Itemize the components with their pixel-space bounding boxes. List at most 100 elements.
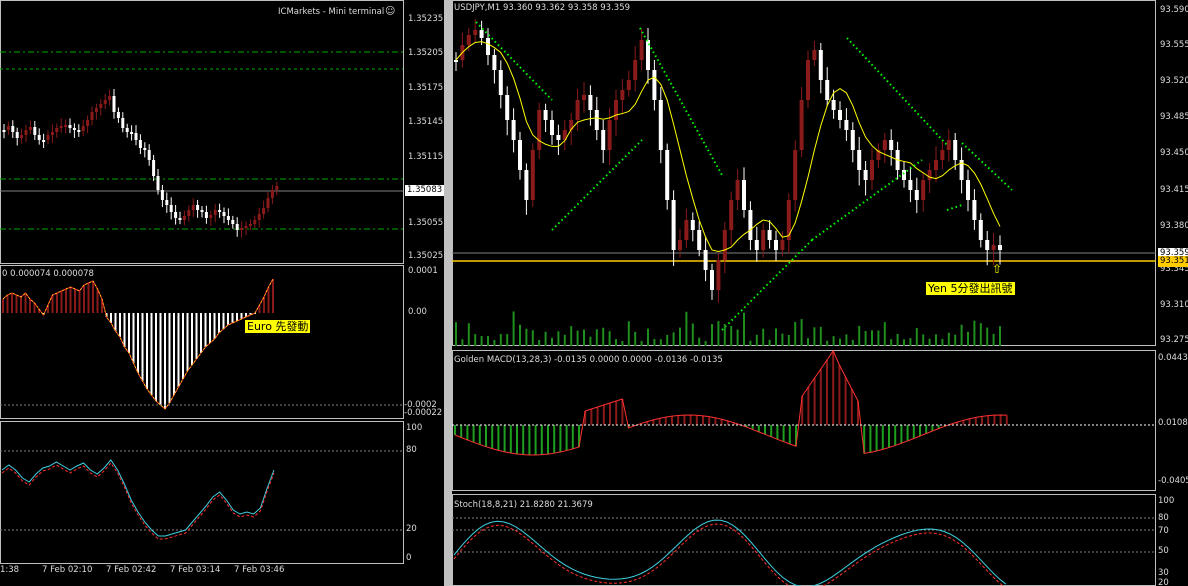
left-candle-body <box>253 220 257 224</box>
right-volume-bar <box>896 333 899 346</box>
right-candle-body <box>607 120 612 150</box>
mini-terminal-smiley-icon[interactable]: ☺ <box>385 6 395 17</box>
right-macd-bar <box>466 425 469 440</box>
right-macd-bar <box>615 401 618 425</box>
right-macd-line <box>454 349 1007 456</box>
right-candle-body <box>511 120 516 140</box>
right-volume-bar <box>474 334 477 346</box>
right-volume-bar <box>967 331 969 346</box>
right-candle-body <box>806 60 810 100</box>
right-macd-bar <box>931 425 934 432</box>
right-candle-body <box>473 30 478 35</box>
right-volume-bar <box>999 326 1001 346</box>
right-macd-bar <box>547 425 549 455</box>
right-candle-body <box>921 180 926 200</box>
right-candle-body <box>908 180 913 190</box>
right-volume-bar <box>621 340 624 346</box>
right-macd-bar <box>664 417 667 425</box>
left-macd-bar <box>146 313 148 389</box>
right-chart-window[interactable]: USDJPY,M1 93.360 93.362 93.358 93.359 93… <box>452 0 1188 586</box>
right-volume-bar <box>531 330 534 346</box>
yen-annotation: Yen 5分發出訊號 <box>926 282 1015 295</box>
right-macd-bar <box>689 415 692 425</box>
left-macd-bar <box>132 313 135 363</box>
right-candle-body <box>761 230 766 250</box>
right-candle-body <box>991 245 996 250</box>
left-price-tick: 1.35055 <box>408 218 444 228</box>
left-macd-bar <box>60 291 63 313</box>
right-macd-tick: -0.0405 <box>1158 476 1188 486</box>
right-candle-body <box>940 150 945 160</box>
left-candle-body <box>231 220 235 224</box>
right-price-svg[interactable] <box>452 0 1188 586</box>
right-candle-body <box>774 240 778 250</box>
right-volume-bar <box>781 333 784 346</box>
usdjpy-header: USDJPY,M1 93.360 93.362 93.358 93.359 <box>454 3 631 13</box>
right-volume-bar <box>461 339 464 346</box>
left-macd-tick: -0.00022 <box>404 408 443 418</box>
right-macd-bar <box>460 425 463 438</box>
left-candle-body <box>240 228 244 230</box>
right-macd-bar <box>602 405 605 425</box>
right-candle-body <box>882 140 887 150</box>
right-macd-bar <box>819 369 822 425</box>
left-candle-body <box>81 126 85 131</box>
right-candle-body <box>684 220 689 240</box>
right-volume-bar <box>947 332 950 346</box>
right-macd-bar <box>472 425 475 443</box>
left-macd-bar <box>267 287 270 313</box>
right-candle-body <box>870 160 874 180</box>
right-macd-bar <box>683 415 686 425</box>
left-price-tick: 1.35145 <box>408 117 444 127</box>
window-separator <box>444 0 452 586</box>
left-macd-bar <box>74 289 76 313</box>
left-macd-bar <box>155 313 157 401</box>
right-candle-body <box>748 210 753 240</box>
right-volume-bar <box>480 336 483 346</box>
right-volume-bar <box>787 335 790 346</box>
left-macd-bar <box>20 297 22 313</box>
right-volume-bar <box>525 328 528 346</box>
right-candle-body <box>793 150 798 200</box>
left-candle-body <box>72 128 76 130</box>
right-macd-bar <box>925 425 928 434</box>
right-candle-body <box>946 140 951 150</box>
right-macd-bar <box>869 425 872 453</box>
left-stoch-tick: 100 <box>406 423 423 433</box>
left-candle-body <box>209 215 213 218</box>
right-candle-body <box>978 220 983 240</box>
right-candle-body <box>690 220 695 230</box>
right-macd-bar <box>720 419 723 425</box>
right-macd-bar <box>497 425 500 451</box>
right-macd-bar <box>770 425 773 437</box>
right-candle-body <box>703 250 708 270</box>
right-volume-bar <box>653 339 656 346</box>
right-volume-bar <box>519 324 521 346</box>
right-macd-bar <box>894 425 897 446</box>
right-volume-bar <box>743 312 745 346</box>
right-macd-bar <box>671 416 673 425</box>
right-volume-bar <box>794 322 797 346</box>
right-volume-bar <box>723 324 726 346</box>
left-candle-body <box>143 148 147 150</box>
left-candle-body <box>191 205 195 210</box>
right-volume-bar <box>583 329 585 346</box>
right-candle-body <box>927 170 932 180</box>
right-macd-bar <box>788 425 791 445</box>
left-macd-bar <box>182 313 184 379</box>
left-price-svg[interactable] <box>0 0 444 586</box>
right-price-tick: 93.275 <box>1160 335 1188 345</box>
right-candle-body <box>505 95 510 120</box>
left-macd-bar <box>78 291 81 313</box>
right-stoch-tick: 30 <box>1158 568 1169 578</box>
right-macd-bar <box>553 425 556 454</box>
right-candle-body <box>454 60 458 62</box>
right-macd-bar <box>509 425 512 454</box>
left-chart-window[interactable]: ICMarkets - Mini terminal ☺ 1.35235 1.352… <box>0 0 444 586</box>
right-macd-bar <box>503 425 506 452</box>
right-candle-body <box>716 260 721 290</box>
right-candle-body <box>972 200 977 220</box>
right-candle-body <box>614 100 618 120</box>
right-candle-body <box>466 35 471 45</box>
right-candle-body <box>838 110 842 120</box>
